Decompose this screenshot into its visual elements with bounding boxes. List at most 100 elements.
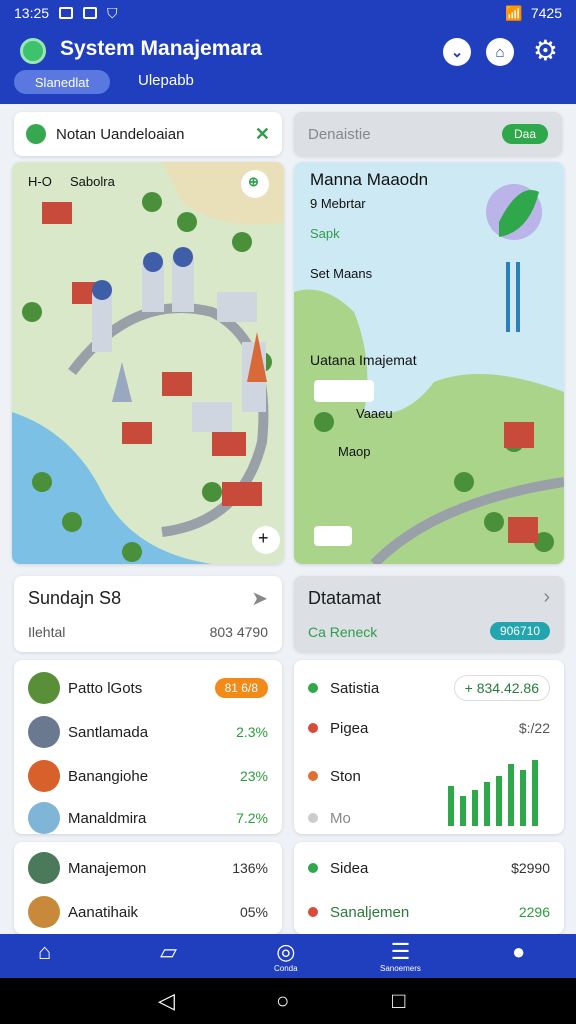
list-item-value: 7.2%: [236, 810, 268, 826]
region-title: Manna Maaodn: [310, 170, 429, 189]
list-item[interactable]: Satistia + 834.42.86: [294, 668, 564, 708]
list-item-label: Sidea: [330, 859, 369, 877]
region-pin-1[interactable]: Vaaeu: [356, 406, 393, 421]
top-right-pill: Daa: [501, 124, 548, 144]
city-map[interactable]: H-O Sabolra ⊕ +: [12, 162, 284, 564]
status-dot: [308, 813, 318, 823]
region-name: Uatana Imajemat: [310, 352, 417, 368]
list-item-label: Mo: [330, 809, 351, 827]
map-corner-label: H-O: [28, 174, 52, 189]
arrow-right-icon[interactable]: ➤: [251, 586, 268, 611]
city-map-illustration: [12, 162, 284, 564]
list-item-label: Banangiohe: [68, 767, 149, 785]
summary-left-value: 803 4790: [209, 624, 268, 640]
home-circle-icon[interactable]: ○: [276, 988, 289, 1014]
app-logo: [20, 38, 46, 64]
nav-list[interactable]: ☰ Sanoemers: [380, 939, 421, 974]
list-item-value: 2296: [518, 904, 550, 920]
list-item[interactable]: Santlamada 2.3%: [14, 712, 282, 752]
nav-profile[interactable]: ●: [512, 940, 525, 964]
summary-right-title: Dtatamat: [308, 588, 382, 608]
summary-right-sub: Ca Reneck: [308, 624, 378, 640]
nav-folder[interactable]: ▱: [160, 940, 177, 964]
wifi-icon: 📶: [505, 4, 523, 21]
list-item[interactable]: Sidea $2990: [294, 848, 564, 888]
bus-thumb-icon: [28, 716, 60, 748]
compass-icon: ◎: [276, 939, 296, 964]
folder-icon: ▱: [160, 939, 177, 964]
list-item[interactable]: Manaldmira 7.2%: [14, 798, 282, 838]
list-item[interactable]: Pigea $:/22: [294, 708, 564, 748]
chevron-right-icon[interactable]: ›: [543, 586, 550, 609]
location-icon: [26, 124, 46, 144]
system-nav-bar: ◁ ○ □: [0, 978, 576, 1024]
list-item[interactable]: Aanatihaik 05%: [14, 892, 282, 932]
list-item-label: Santlamada: [68, 723, 149, 741]
region-map[interactable]: Manna Maaodn 9 Mebrtar Sapk Set Maans Ua…: [294, 162, 564, 564]
region-pin-2[interactable]: Maop: [338, 444, 371, 459]
status-time: 13:25: [14, 5, 50, 21]
map-add-icon[interactable]: +: [258, 528, 269, 549]
tab-active[interactable]: Slanedlat: [14, 70, 110, 94]
stats-card-bottom-left: Manajemon 136% Aanatihaik 05%: [14, 842, 282, 934]
nav-home[interactable]: ⌂: [38, 940, 51, 964]
app-title: System Manajemara: [60, 37, 262, 60]
tab-other[interactable]: Ulepabb: [138, 72, 194, 89]
summary-left-sub: Ilehtal: [28, 624, 66, 640]
water-thumb-icon: [28, 802, 60, 834]
chevron-down-icon[interactable]: ⌄: [443, 38, 471, 66]
summary-card-left[interactable]: Sundajn S8 ➤ Ilehtal 803 4790: [14, 576, 282, 652]
user-icon: ●: [512, 939, 526, 964]
mini-bar-chart: [448, 760, 538, 826]
status-dot: [308, 683, 318, 693]
status-bar: 13:25 ⛉ 📶 7425: [0, 0, 576, 26]
list-item[interactable]: Manajemon 136%: [14, 848, 282, 888]
app-header: System Manajemara ⌄ ⌂ ⚙ Slanedlat Ulepab…: [0, 26, 576, 104]
stats-card-bottom-right: Sidea $2990 Sanaljemen 2296: [294, 842, 564, 934]
list-item-label: Patto lGots: [68, 679, 143, 697]
list-item-label: Sanaljemen: [330, 903, 410, 921]
list-item-label: Manaldmira: [68, 809, 147, 827]
list-item-value: 81 6/8: [214, 678, 268, 698]
list-item-value: $2990: [511, 860, 550, 876]
top-right-label: Denaistie: [308, 125, 371, 143]
list-icon: ☰: [390, 939, 411, 964]
stats-list-right: Satistia + 834.42.86 Pigea $:/22 Ston Mo: [294, 660, 564, 834]
truck-thumb-icon: [28, 896, 60, 928]
list-item-value: 136%: [232, 860, 268, 876]
top-right-card[interactable]: Denaistie Daa: [294, 112, 562, 156]
nav-compass[interactable]: ◎ Conda: [274, 939, 298, 974]
region-tag: Sapk: [310, 226, 340, 241]
map-locate-icon[interactable]: ⊕: [248, 174, 259, 190]
stats-list-left: Patto lGots 81 6/8 Santlamada 2.3% Banan…: [14, 660, 282, 834]
summary-card-right[interactable]: Dtatamat › Ca Reneck 906710: [294, 576, 564, 652]
recent-square-icon[interactable]: □: [392, 988, 405, 1014]
summary-right-pill: 906710: [489, 622, 550, 640]
status-dot: [308, 863, 318, 873]
bus-thumb-icon: [28, 852, 60, 884]
list-item-value: + 834.42.86: [453, 675, 550, 701]
search-label: Notan Uandeloaian: [56, 125, 185, 143]
region-subtitle: 9 Mebrtar: [310, 196, 366, 211]
back-icon[interactable]: ◁: [158, 988, 175, 1014]
home-icon: ⌂: [38, 939, 52, 964]
tree-thumb-icon: [28, 672, 60, 704]
list-item[interactable]: Patto lGots 81 6/8: [14, 668, 282, 708]
list-item-label: Pigea: [330, 719, 369, 737]
list-item[interactable]: Banangiohe 23%: [14, 756, 282, 796]
status-dot: [308, 771, 318, 781]
region-section: Set Maans: [310, 266, 373, 281]
home-icon[interactable]: ⌂: [486, 38, 514, 66]
gear-icon[interactable]: ⚙: [533, 36, 558, 66]
status-dot: [308, 723, 318, 733]
map-label: Sabolra: [70, 174, 115, 189]
list-item-value: 23%: [239, 768, 268, 784]
list-item-value: 05%: [239, 904, 268, 920]
search-card[interactable]: Notan Uandeloaian ✕: [14, 112, 282, 156]
nav-label: Conda: [274, 964, 298, 973]
list-item[interactable]: Sanaljemen 2296: [294, 892, 564, 932]
status-right-text: 7425: [530, 5, 562, 21]
expand-icon[interactable]: ✕: [255, 124, 270, 145]
summary-left-title: Sundajn S8: [28, 588, 122, 608]
notification-icon: [59, 7, 74, 19]
